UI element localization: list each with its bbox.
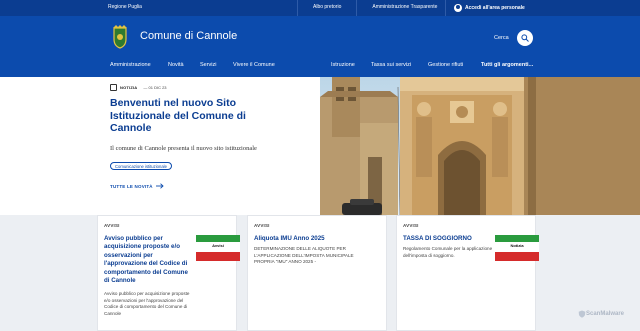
top-bar: Regione Puglia Albo pretorio Amministraz… [0, 0, 640, 16]
nav-vivere-il-comune[interactable]: Vivere il Comune [233, 62, 275, 68]
card-text: Avviso pubblico per acquisizione propost… [104, 291, 190, 316]
nav-gestione-rifiuti[interactable]: Gestione rifiuti [428, 62, 463, 68]
calendar-icon [110, 84, 117, 91]
login-label: Accedi all'area personale [465, 5, 525, 11]
nav-amministrazione[interactable]: Amministrazione [110, 62, 151, 68]
news-tag: NOTIZIA [120, 85, 138, 90]
hero-title[interactable]: Benvenuti nel nuovo Sito Istituzionale d… [110, 97, 290, 135]
nav-tassa-sui-servizi[interactable]: Tassa sui servizi [371, 62, 411, 68]
coat-of-arms-icon[interactable] [110, 25, 130, 49]
card-tag: AVVISI [254, 223, 270, 228]
church-photo [320, 77, 640, 215]
hero-description: Il comune di Cannole presenta il nuovo s… [110, 145, 257, 152]
card-text: DETERMINAZIONE DELLE ALIQUOTE PER L'APPL… [254, 246, 354, 264]
card-tag: AVVISI [104, 223, 120, 228]
amministrazione-trasparente-link[interactable]: Amministrazione Trasparente [356, 0, 452, 16]
hero-image [320, 77, 640, 215]
news-date: — 01 DIC 23 [143, 85, 167, 90]
news-badge: NOTIZIA — 01 DIC 23 [110, 84, 167, 91]
arrow-right-icon [155, 183, 164, 189]
all-news-link[interactable]: TUTTE LE NOVITÀ [110, 183, 164, 189]
card-text: Regolamento Comunale per la applicazione… [403, 246, 493, 258]
watermark: ScanMalware [578, 310, 624, 318]
main-nav: Amministrazione Novità Servizi Vivere il… [0, 62, 640, 72]
all-news-label: TUTTE LE NOVITÀ [110, 183, 153, 189]
search[interactable]: Cerca [494, 30, 533, 46]
card-thumbnail[interactable]: Notizia [495, 235, 539, 261]
thumbnail-label: Avvisi [212, 243, 224, 248]
region-link[interactable]: Regione Puglia [108, 4, 142, 10]
nav-novita[interactable]: Novità [168, 62, 184, 68]
top-links: Albo pretorio Amministrazione Trasparent… [297, 0, 452, 16]
card-tag: AVVISI [403, 223, 419, 228]
search-icon [521, 34, 529, 42]
watermark-label: ScanMalware [586, 311, 625, 317]
card-title[interactable]: Aliquota IMU Anno 2025 [254, 235, 382, 243]
albo-pretorio-link[interactable]: Albo pretorio [297, 0, 356, 16]
card-title[interactable]: TASSA DI SOGGIORNO [403, 235, 493, 243]
header: Comune di Cannole Cerca Amministrazione … [0, 16, 640, 77]
thumbnail-label: Notizia [510, 243, 524, 248]
nav-istruzione[interactable]: Istruzione [331, 62, 355, 68]
news-card[interactable]: AVVISI Avviso pubblico per acquisizione … [97, 215, 240, 331]
nav-servizi[interactable]: Servizi [200, 62, 217, 68]
card-thumbnail[interactable]: Avvisi [196, 235, 240, 261]
login-button[interactable]: Accedi all'area personale [445, 0, 525, 16]
card-title[interactable]: Avviso pubblico per acquisizione propost… [104, 235, 192, 285]
user-icon [454, 4, 462, 12]
nav-tutti-gli-argomenti[interactable]: Tutti gli argomenti... [481, 62, 533, 68]
news-card[interactable]: AVVISI Aliquota IMU Anno 2025 DETERMINAZ… [247, 215, 387, 331]
site-name[interactable]: Comune di Cannole [140, 30, 237, 42]
news-card[interactable]: AVVISI TASSA DI SOGGIORNO Regolamento Co… [396, 215, 539, 331]
search-button[interactable] [516, 30, 533, 46]
search-label: Cerca [494, 35, 509, 41]
category-chip[interactable]: Comunicazione istituzionale [110, 162, 172, 170]
shield-icon [578, 310, 586, 318]
